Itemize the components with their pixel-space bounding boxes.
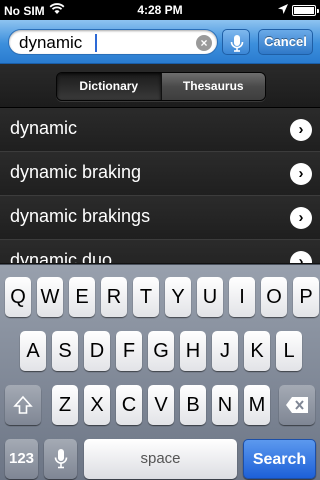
search-bar: × Cancel <box>0 20 320 64</box>
key-n[interactable]: N <box>212 385 238 425</box>
key-c[interactable]: C <box>116 385 142 425</box>
tab-dictionary[interactable]: Dictionary <box>57 73 161 100</box>
chevron-right-circle-icon[interactable]: › <box>290 251 312 263</box>
delete-key[interactable] <box>279 385 315 425</box>
tab-thesaurus[interactable]: Thesaurus <box>160 73 265 100</box>
cancel-button[interactable]: Cancel <box>258 29 313 55</box>
shift-key[interactable] <box>5 385 41 425</box>
key-i[interactable]: I <box>229 277 255 317</box>
status-bar: No SIM 4:28 PM <box>0 0 320 20</box>
keyboard: Q W E R T Y U I O P A S D F G H J K L Z … <box>0 264 320 480</box>
clear-circle-icon[interactable]: × <box>196 35 212 51</box>
chevron-right-circle-icon[interactable]: › <box>290 119 312 141</box>
key-u[interactable]: U <box>197 277 223 317</box>
key-w[interactable]: W <box>37 277 63 317</box>
list-item-label: dynamic brakings <box>10 206 151 226</box>
backspace-icon <box>286 397 308 413</box>
location-arrow-icon <box>278 3 288 17</box>
key-y[interactable]: Y <box>165 277 191 317</box>
key-a[interactable]: A <box>20 331 46 371</box>
key-b[interactable]: B <box>180 385 206 425</box>
dictation-key[interactable] <box>44 439 77 479</box>
list-item[interactable]: dynamic duo › <box>0 240 320 263</box>
key-s[interactable]: S <box>52 331 78 371</box>
key-x[interactable]: X <box>84 385 110 425</box>
microphone-icon <box>230 35 244 52</box>
key-l[interactable]: L <box>276 331 302 371</box>
chevron-right-circle-icon[interactable]: › <box>290 163 312 185</box>
status-right <box>278 3 319 17</box>
list-item-label: dynamic duo <box>10 250 113 263</box>
segmented-control: Dictionary Thesaurus <box>56 72 266 101</box>
key-q[interactable]: Q <box>5 277 31 317</box>
key-d[interactable]: D <box>84 331 110 371</box>
key-m[interactable]: M <box>244 385 270 425</box>
key-r[interactable]: R <box>101 277 127 317</box>
search-input[interactable] <box>19 32 189 54</box>
list-item[interactable]: dynamic braking › <box>0 152 320 196</box>
key-v[interactable]: V <box>148 385 174 425</box>
search-field[interactable]: × <box>8 29 218 55</box>
key-j[interactable]: J <box>212 331 238 371</box>
list-item-label: dynamic <box>10 118 78 138</box>
list-item[interactable]: dynamic › <box>0 108 320 152</box>
key-z[interactable]: Z <box>52 385 78 425</box>
microphone-button[interactable] <box>222 29 250 55</box>
list-item[interactable]: dynamic brakings › <box>0 196 320 240</box>
key-p[interactable]: P <box>293 277 319 317</box>
key-h[interactable]: H <box>180 331 206 371</box>
key-e[interactable]: E <box>69 277 95 317</box>
key-f[interactable]: F <box>116 331 142 371</box>
segment-area: Dictionary Thesaurus <box>0 64 320 108</box>
microphone-icon <box>54 449 67 469</box>
key-g[interactable]: G <box>148 331 174 371</box>
key-t[interactable]: T <box>133 277 159 317</box>
space-key[interactable]: space <box>84 439 237 479</box>
battery-icon <box>292 4 319 16</box>
key-k[interactable]: K <box>244 331 270 371</box>
numbers-key[interactable]: 123 <box>5 439 38 479</box>
results-list: dynamic › dynamic braking › dynamic brak… <box>0 108 320 263</box>
chevron-right-circle-icon[interactable]: › <box>290 207 312 229</box>
text-caret <box>95 34 97 52</box>
key-o[interactable]: O <box>261 277 287 317</box>
list-item-label: dynamic braking <box>10 162 142 182</box>
status-time: 4:28 PM <box>137 3 183 17</box>
search-key[interactable]: Search <box>243 439 316 479</box>
shift-arrow-icon <box>13 395 33 414</box>
